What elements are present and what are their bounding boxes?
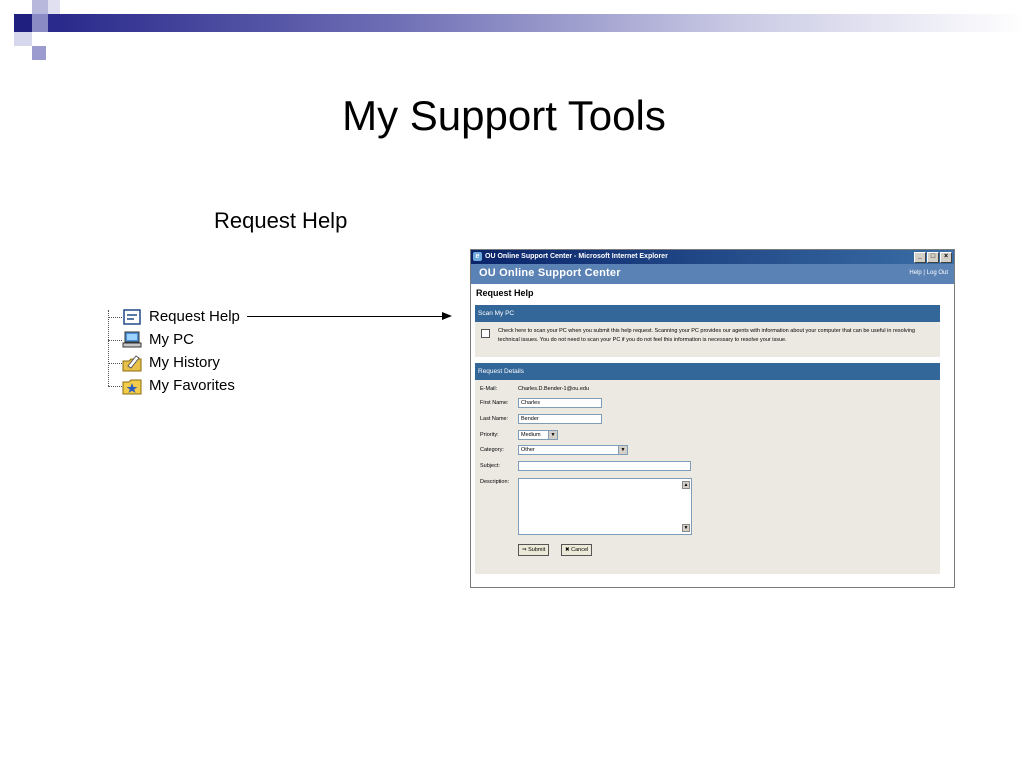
category-label: Category: [480, 447, 504, 453]
last-name-label: Last Name: [480, 416, 509, 422]
header-decoration [0, 0, 1024, 60]
subject-field[interactable] [518, 461, 691, 471]
close-button[interactable]: × [940, 252, 952, 263]
details-section-bar: Request Details [475, 363, 940, 380]
header-gradient-bar [60, 14, 1024, 32]
decor-square [32, 0, 48, 14]
decor-square [48, 14, 60, 32]
decor-square [32, 46, 46, 60]
tree-item-label: Request Help [149, 308, 240, 325]
first-name-field[interactable]: Charles [518, 398, 602, 408]
site-header: OU Online Support Center Help | Log Out [471, 264, 954, 284]
priority-label: Priority: [480, 432, 499, 438]
window-title: OU Online Support Center - Microsoft Int… [485, 253, 668, 260]
decor-square [48, 0, 60, 14]
category-value: Other [521, 447, 535, 453]
tree-connector-line [108, 310, 109, 386]
favorites-icon [122, 379, 142, 395]
scroll-down-icon[interactable]: ▼ [682, 524, 690, 532]
email-label: E-Mail: [480, 386, 498, 392]
site-name: OU Online Support Center [479, 267, 621, 279]
help-link[interactable]: Help [909, 270, 921, 276]
pc-icon [122, 331, 142, 348]
logout-link[interactable]: Log Out [927, 270, 948, 276]
priority-value: Medium [521, 432, 541, 438]
pointer-arrow-line [247, 316, 443, 317]
last-name-field[interactable]: Bender [518, 414, 602, 424]
arrow-right-icon: ⇒ [522, 547, 527, 553]
decor-square [32, 14, 48, 32]
tree-item-label: My PC [149, 331, 194, 348]
chevron-down-icon: ▼ [618, 446, 627, 454]
description-label: Description: [480, 479, 510, 485]
email-value: Charles.D.Bender-1@ou.edu [518, 386, 590, 392]
first-name-label: First Name: [480, 400, 509, 406]
slide-subtitle: Request Help [214, 208, 348, 233]
scan-pc-checkbox[interactable] [481, 329, 490, 338]
window-title-bar: e OU Online Support Center - Microsoft I… [471, 250, 954, 264]
maximize-button[interactable]: □ [927, 252, 939, 263]
decor-square [14, 14, 32, 32]
tree-item-label: My Favorites [149, 377, 235, 394]
scan-pc-description: Check here to scan your PC when you subm… [498, 328, 916, 343]
pointer-arrow-head [442, 312, 452, 320]
chevron-down-icon: ▼ [548, 431, 557, 439]
description-field[interactable]: ▲ ▼ [518, 478, 692, 535]
close-icon: ✖ [565, 547, 570, 553]
page-title: Request Help [476, 288, 534, 298]
ie-icon: e [473, 252, 482, 261]
history-icon [122, 355, 142, 372]
browser-window: e OU Online Support Center - Microsoft I… [470, 249, 955, 588]
decor-square [14, 32, 32, 46]
submit-button[interactable]: ⇒ Submit [518, 544, 550, 556]
scan-section-bar: Scan My PC [475, 305, 940, 322]
minimize-button[interactable]: _ [914, 252, 926, 263]
priority-select[interactable]: Medium ▼ [518, 430, 558, 440]
cancel-button[interactable]: ✖ Cancel [561, 544, 593, 556]
category-select[interactable]: Other ▼ [518, 445, 628, 455]
subject-label: Subject: [480, 463, 500, 469]
request-help-icon [123, 309, 141, 325]
page-content: OU Online Support Center Help | Log Out … [471, 264, 954, 587]
tree-item-label: My History [149, 354, 220, 371]
link-separator: | [923, 270, 925, 276]
scroll-up-icon[interactable]: ▲ [682, 481, 690, 489]
slide-title: My Support Tools [342, 92, 666, 139]
